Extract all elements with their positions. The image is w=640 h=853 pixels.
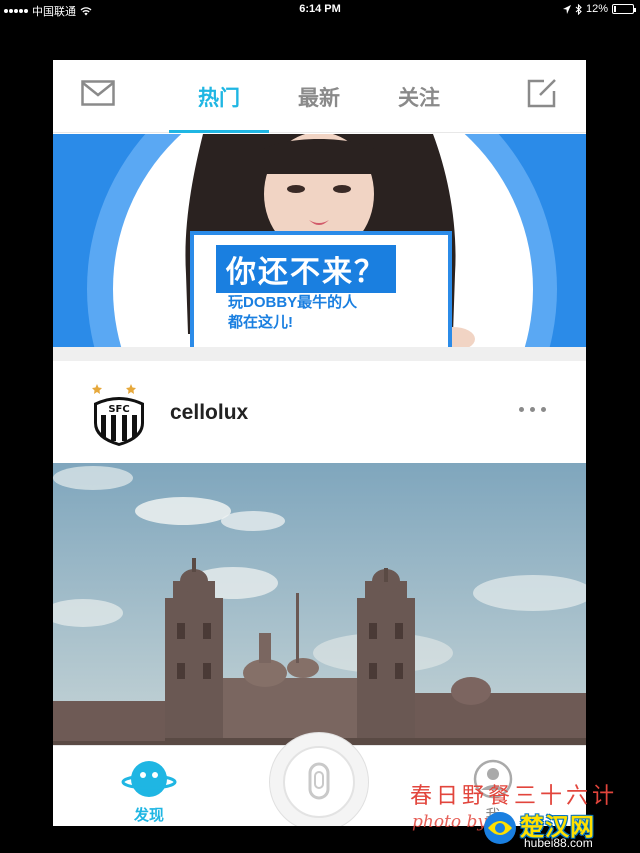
location-icon [562,4,571,14]
banner-headline: 你还不来？ [216,245,396,293]
capture-button-inner [283,746,355,818]
avatar[interactable]: SFC [89,381,149,447]
status-time: 6:14 PM [299,3,341,15]
tab-latest[interactable]: 最新 [269,60,369,133]
camera-capture-icon [308,762,330,800]
site-watermark: 楚汉网 hubei88.com [480,806,640,853]
status-right: 12% [562,3,636,15]
page-dot[interactable] [337,326,355,329]
tab-hot[interactable]: 热门 [169,60,269,133]
post-username[interactable]: cellolux [170,401,248,425]
banner-sign: 你还不来？ 玩DOBBY最牛的人 都在这儿! [190,231,452,347]
feed-tabs: 热门 最新 关注 [169,60,469,133]
battery-fill [614,6,616,12]
top-nav: 热门 最新 关注 [53,60,586,133]
discover-icon [121,761,177,797]
tab-following[interactable]: 关注 [369,60,469,133]
banner-page-indicator[interactable] [311,326,355,329]
status-bar: 中国联通 6:14 PM 12% [0,0,640,18]
battery-percent: 12% [585,3,608,15]
site-url: hubei88.com [524,836,593,850]
post-header: SFC cellolux [53,361,586,463]
tab-discover[interactable]: 发现 [119,758,179,824]
promo-banner[interactable]: 你还不来？ 玩DOBBY最牛的人 都在这儿! [53,134,586,347]
screen: 中国联通 6:14 PM 12% 热门 最新 关注 你还不来？ 玩DOBBY最牛… [0,0,640,853]
more-options-icon[interactable] [519,407,546,412]
page-dot[interactable] [311,326,329,329]
mail-icon[interactable] [81,80,115,108]
tab-discover-label: 发现 [133,807,164,824]
battery-icon [612,4,636,14]
banner-line-1: 玩DOBBY最牛的人 [228,294,358,311]
capture-button[interactable] [269,732,369,826]
post-photo[interactable] [53,463,586,745]
section-divider [53,347,586,361]
app-window: 热门 最新 关注 你还不来？ 玩DOBBY最牛的人 都在这儿! SFC cell… [53,60,586,826]
banner-line-2: 都在这儿! [228,314,293,331]
bluetooth-icon [575,3,582,15]
site-logo-icon [484,812,516,844]
compose-icon[interactable] [526,77,558,109]
watermark-credit: photo by [412,812,488,832]
svg-text:SFC: SFC [108,404,129,415]
